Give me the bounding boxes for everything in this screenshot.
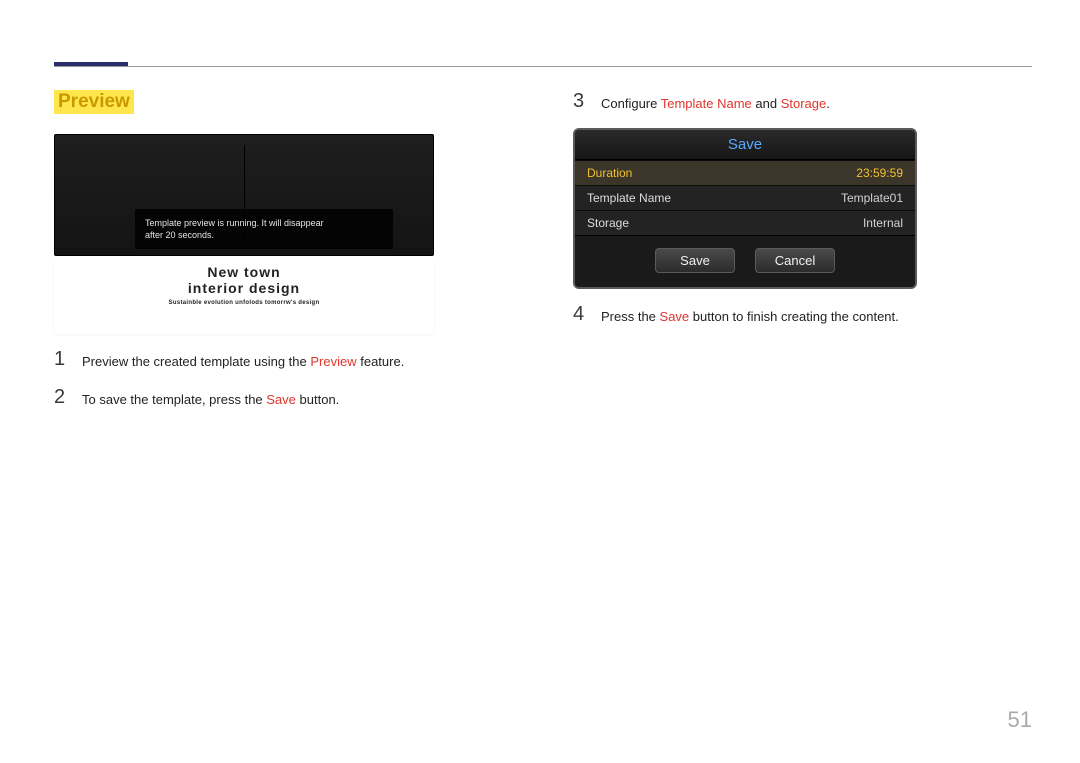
save-row-duration-value: 23:59:59 — [856, 166, 903, 180]
preview-mock: Template preview is running. It will dis… — [54, 134, 434, 334]
step-2: 2 To save the template, press the Save b… — [54, 386, 513, 410]
page: Preview Template preview is running. It … — [0, 0, 1080, 763]
save-dialog-title: Save — [575, 130, 915, 160]
step-3-pre: Configure — [601, 96, 661, 111]
top-rule — [54, 66, 1032, 67]
step-2-pre: To save the template, press the — [82, 392, 266, 407]
heading-preview: Preview — [54, 90, 134, 114]
columns: Preview Template preview is running. It … — [54, 90, 1032, 423]
step-1-post: feature. — [357, 354, 405, 369]
step-4-text: Press the Save button to finish creating… — [601, 303, 899, 327]
page-number: 51 — [1008, 707, 1032, 733]
step-3-hl1: Template Name — [661, 96, 752, 111]
preview-mock-caption: New town interior design Sustainble evol… — [54, 256, 434, 334]
step-2-text: To save the template, press the Save but… — [82, 386, 339, 410]
step-4-pre: Press the — [601, 309, 660, 324]
step-1-hl: Preview — [310, 354, 356, 369]
save-row-storage-value: Internal — [863, 216, 903, 230]
save-dialog-buttons: Save Cancel — [575, 235, 915, 287]
save-row-template-name-label: Template Name — [587, 191, 671, 205]
step-2-post: button. — [296, 392, 339, 407]
right-column: 3 Configure Template Name and Storage. S… — [573, 90, 1032, 423]
preview-caption-sub: Sustainble evolution unfolods tomorrw's … — [54, 300, 434, 306]
step-3-text: Configure Template Name and Storage. — [601, 90, 830, 114]
save-row-template-name[interactable]: Template Name Template01 — [575, 185, 915, 210]
step-3-mid: and — [752, 96, 781, 111]
top-accent — [54, 62, 128, 66]
save-row-duration[interactable]: Duration 23:59:59 — [575, 160, 915, 185]
save-row-template-name-value: Template01 — [841, 191, 903, 205]
step-3-hl2: Storage — [781, 96, 827, 111]
step-1-text: Preview the created template using the P… — [82, 348, 404, 372]
step-1: 1 Preview the created template using the… — [54, 348, 513, 372]
preview-caption-line1: New town — [54, 264, 434, 280]
save-button[interactable]: Save — [655, 248, 735, 273]
cancel-button[interactable]: Cancel — [755, 248, 835, 273]
preview-popup: Template preview is running. It will dis… — [135, 209, 393, 249]
step-4-post: button to finish creating the content. — [689, 309, 899, 324]
preview-popup-line2: after 20 seconds. — [145, 230, 214, 240]
step-1-pre: Preview the created template using the — [82, 354, 310, 369]
step-2-hl: Save — [266, 392, 296, 407]
step-4: 4 Press the Save button to finish creati… — [573, 303, 1032, 327]
step-2-num: 2 — [54, 386, 68, 410]
preview-caption-line2: interior design — [54, 280, 434, 296]
step-3: 3 Configure Template Name and Storage. — [573, 90, 1032, 114]
step-3-num: 3 — [573, 90, 587, 114]
save-row-storage-label: Storage — [587, 216, 629, 230]
step-4-num: 4 — [573, 303, 587, 327]
preview-mock-dark: Template preview is running. It will dis… — [54, 134, 434, 256]
left-column: Preview Template preview is running. It … — [54, 90, 513, 423]
save-dialog: Save Duration 23:59:59 Template Name Tem… — [573, 128, 917, 289]
step-4-hl: Save — [660, 309, 690, 324]
save-row-storage[interactable]: Storage Internal — [575, 210, 915, 235]
save-row-duration-label: Duration — [587, 166, 632, 180]
preview-popup-line1: Template preview is running. It will dis… — [145, 218, 324, 228]
step-1-num: 1 — [54, 348, 68, 372]
step-3-post: . — [826, 96, 830, 111]
